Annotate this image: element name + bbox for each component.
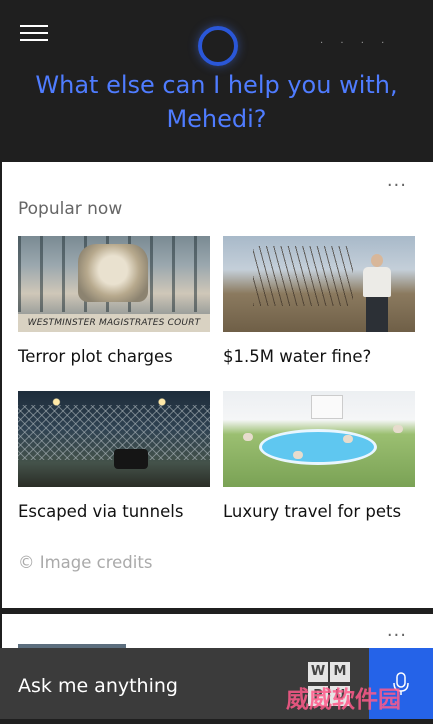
news-tile-luxury-pets[interactable]: Luxury travel for pets: [223, 391, 415, 521]
image-caption-band: WESTMINSTER MAGISTRATES COURT: [18, 314, 210, 332]
news-tile-water-fine[interactable]: $1.5M water fine?: [223, 236, 415, 366]
hamburger-icon[interactable]: [20, 25, 48, 45]
more-options-button[interactable]: ...: [387, 620, 407, 641]
news-tile-caption: Terror plot charges: [18, 347, 173, 366]
news-image-field: [223, 236, 415, 332]
section-title: Popular now: [18, 199, 123, 219]
crest-icon: [78, 244, 148, 302]
status-dots-icon: · · · ·: [320, 38, 392, 49]
greeting-line-2: Mehedi?: [166, 105, 267, 133]
news-image-pet-pool: [223, 391, 415, 487]
news-tile-caption: Luxury travel for pets: [223, 502, 402, 521]
news-tile-caption: Escaped via tunnels: [18, 502, 184, 521]
news-image-court: WESTMINSTER MAGISTRATES COURT: [18, 236, 210, 332]
more-options-button[interactable]: ...: [387, 170, 407, 191]
microphone-button[interactable]: [369, 648, 433, 719]
cortana-ring-icon: [198, 26, 238, 66]
greeting-line-1: What else can I help you with,: [35, 71, 398, 99]
bottom-bar: Ask me anything: [0, 648, 433, 719]
news-tile-caption: $1.5M water fine?: [223, 347, 372, 366]
ask-input[interactable]: Ask me anything: [18, 648, 298, 719]
popular-now-card: ... Popular now WESTMINSTER MAGISTRATES …: [2, 162, 433, 608]
microphone-icon: [393, 672, 409, 695]
news-tile-escaped-tunnels[interactable]: Escaped via tunnels: [18, 391, 210, 521]
news-tile-terror-plot[interactable]: WESTMINSTER MAGISTRATES COURT Terror plo…: [18, 236, 210, 366]
header: · · · · What else can I help you with, M…: [0, 0, 433, 162]
news-image-fence: [18, 391, 210, 487]
image-credits-link[interactable]: © Image credits: [18, 553, 152, 572]
greeting: What else can I help you with, Mehedi?: [0, 68, 433, 136]
